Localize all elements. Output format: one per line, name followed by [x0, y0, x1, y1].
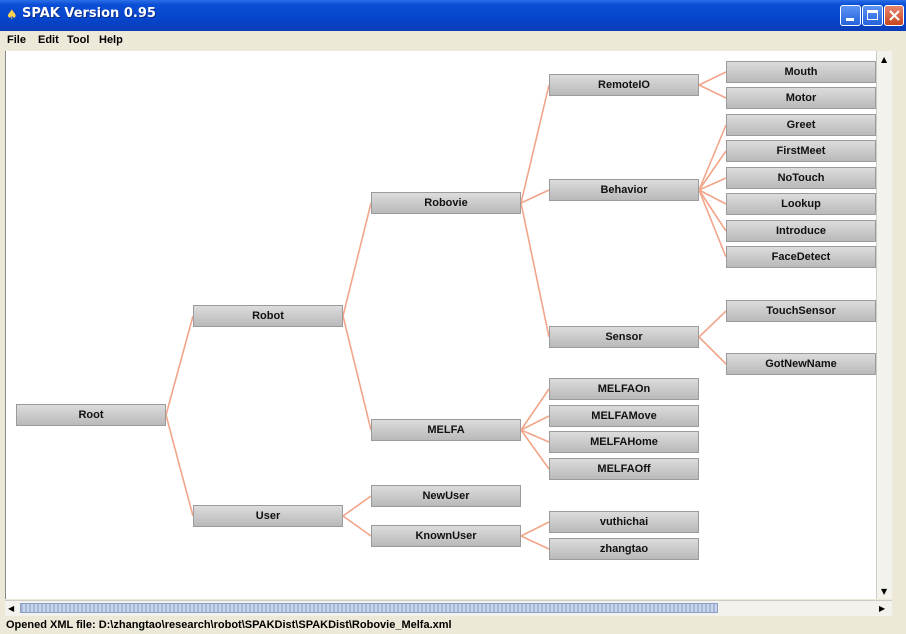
- tree-canvas[interactable]: Root Robot User Robovie MELFA NewUser Kn…: [5, 51, 877, 599]
- node-melfaoff[interactable]: MELFAOff: [549, 458, 699, 480]
- node-introduce[interactable]: Introduce: [726, 220, 876, 242]
- node-robot[interactable]: Robot: [193, 305, 343, 327]
- window-right-edge: [892, 51, 906, 616]
- scroll-down-icon[interactable]: ▼: [881, 587, 887, 597]
- node-knownuser[interactable]: KnownUser: [371, 525, 521, 547]
- node-facedetect[interactable]: FaceDetect: [726, 246, 876, 268]
- edge-sensor-gotnewname: [698, 336, 727, 365]
- node-behavior[interactable]: Behavior: [549, 179, 699, 201]
- edge-robot-robovie: [342, 202, 372, 317]
- close-icon: [889, 10, 900, 21]
- node-melfamove[interactable]: MELFAMove: [549, 405, 699, 427]
- node-newuser[interactable]: NewUser: [371, 485, 521, 507]
- maximize-icon: [867, 10, 878, 20]
- close-button[interactable]: [884, 5, 904, 26]
- status-text: Opened XML file: D:\zhangtao\research\ro…: [6, 619, 452, 631]
- horizontal-scrollbar[interactable]: ◀ ▶: [5, 600, 892, 616]
- edge-robovie-behavior: [520, 189, 550, 204]
- node-firstmeet[interactable]: FirstMeet: [726, 140, 876, 162]
- node-lookup[interactable]: Lookup: [726, 193, 876, 215]
- edge-robot-melfa: [342, 315, 372, 431]
- minimize-button[interactable]: [840, 5, 861, 26]
- node-melfahome[interactable]: MELFAHome: [549, 431, 699, 453]
- edge-user-knownuser: [342, 515, 372, 537]
- menu-help[interactable]: Help: [99, 34, 123, 46]
- window-title: SPAK Version 0.95: [22, 6, 156, 21]
- minimize-icon: [846, 18, 854, 21]
- scroll-up-icon[interactable]: ▲: [881, 55, 887, 65]
- node-sensor[interactable]: Sensor: [549, 326, 699, 348]
- node-remoteio[interactable]: RemoteIO: [549, 74, 699, 96]
- node-touchsensor[interactable]: TouchSensor: [726, 300, 876, 322]
- spak-app-icon: ♠: [6, 8, 18, 23]
- node-user[interactable]: User: [193, 505, 343, 527]
- node-motor[interactable]: Motor: [726, 87, 876, 109]
- edge-user-newuser: [342, 495, 372, 517]
- node-vuthichai[interactable]: vuthichai: [549, 511, 699, 533]
- edge-sensor-touchsensor: [698, 310, 727, 338]
- node-mouth[interactable]: Mouth: [726, 61, 876, 83]
- scroll-right-icon[interactable]: ▶: [879, 604, 885, 614]
- horizontal-scroll-thumb[interactable]: [20, 603, 718, 613]
- node-gotnewname[interactable]: GotNewName: [726, 353, 876, 375]
- node-melfaon[interactable]: MELFAOn: [549, 378, 699, 400]
- edge-root-robot: [165, 315, 194, 416]
- edge-robovie-sensor: [520, 202, 550, 338]
- scroll-left-icon[interactable]: ◀: [8, 604, 14, 614]
- node-notouch[interactable]: NoTouch: [726, 167, 876, 189]
- edge-knownuser-zhangtao: [520, 535, 550, 550]
- menu-bar: File Edit Tool Help: [0, 31, 906, 51]
- node-robovie[interactable]: Robovie: [371, 192, 521, 214]
- edge-root-user: [165, 414, 194, 517]
- title-bar: ♠ SPAK Version 0.95: [0, 0, 906, 31]
- edge-knownuser-vuthichai: [520, 521, 550, 537]
- node-melfa[interactable]: MELFA: [371, 419, 521, 441]
- node-zhangtao[interactable]: zhangtao: [549, 538, 699, 560]
- menu-edit[interactable]: Edit: [38, 34, 59, 46]
- menu-tool[interactable]: Tool: [67, 34, 89, 46]
- status-bar: Opened XML file: D:\zhangtao\research\ro…: [0, 616, 906, 634]
- menu-file[interactable]: File: [7, 34, 26, 46]
- edge-robovie-remoteio: [520, 84, 550, 204]
- maximize-button[interactable]: [862, 5, 883, 26]
- vertical-scrollbar[interactable]: ▲ ▼: [876, 51, 893, 599]
- node-greet[interactable]: Greet: [726, 114, 876, 136]
- node-root[interactable]: Root: [16, 404, 166, 426]
- edge-remoteio-motor: [698, 84, 727, 99]
- edge-remoteio-mouth: [698, 71, 727, 86]
